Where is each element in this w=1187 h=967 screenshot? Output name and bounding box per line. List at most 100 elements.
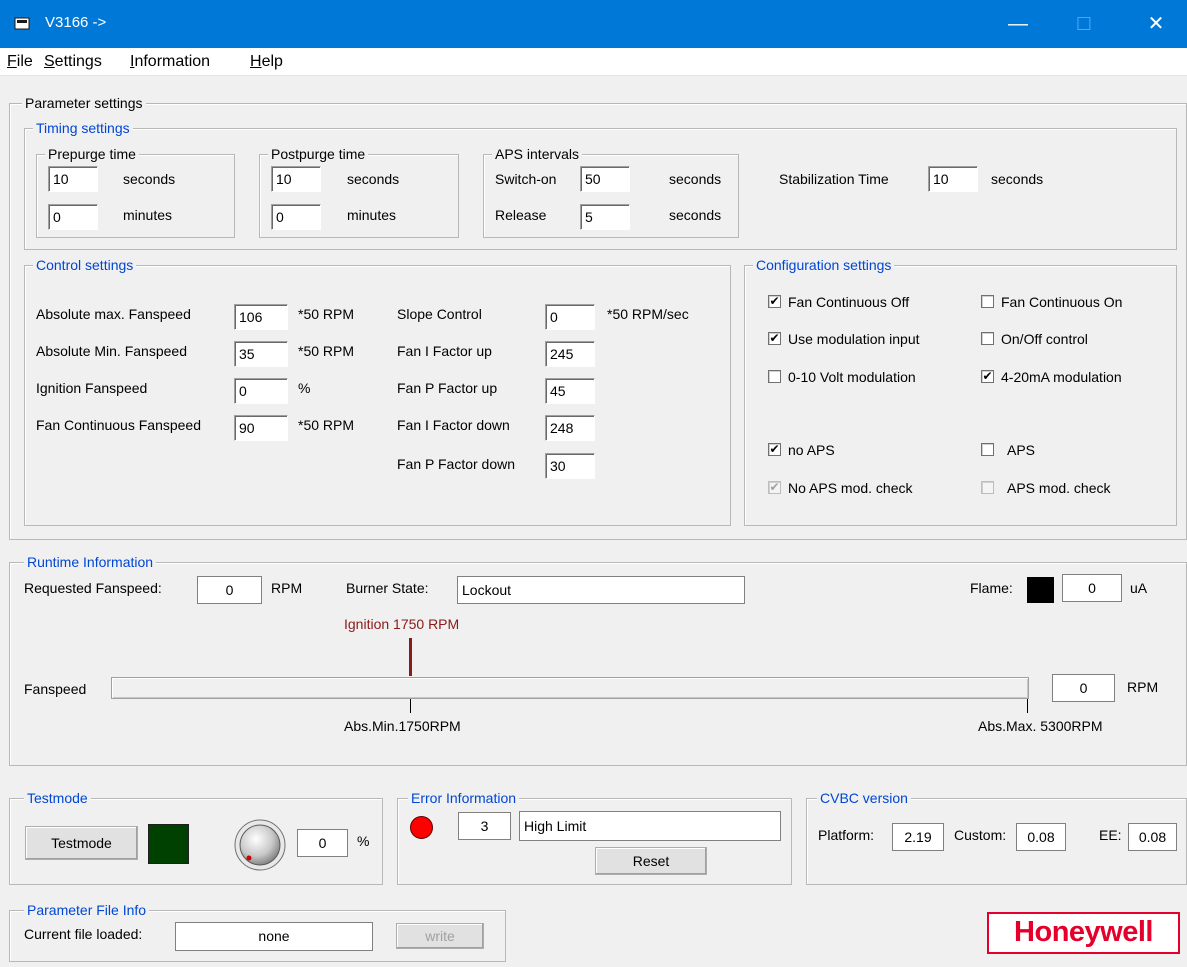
no-aps-label: no APS bbox=[788, 442, 835, 458]
abs-max-marker-label: Abs.Max. 5300RPM bbox=[978, 718, 1103, 734]
abs-max-input[interactable]: 106 bbox=[234, 304, 288, 330]
testmode-knob-icon[interactable] bbox=[233, 818, 288, 873]
checkbox-box: ✔ bbox=[981, 369, 994, 383]
aps-mod-check-label: APS mod. check bbox=[1007, 480, 1111, 496]
menu-file[interactable]: File bbox=[7, 53, 33, 71]
abs-min-marker-label: Abs.Min.1750RPM bbox=[344, 718, 461, 734]
abs-min-label: Absolute Min. Fanspeed bbox=[36, 343, 187, 359]
fan-i-factor-down-label: Fan I Factor down bbox=[397, 417, 510, 433]
fan-p-factor-up-input[interactable]: 45 bbox=[545, 378, 595, 404]
slope-control-unit: *50 RPM/sec bbox=[607, 306, 689, 322]
fan-continuous-fanspeed-unit: *50 RPM bbox=[298, 417, 355, 433]
postpurge-minutes-input[interactable]: 0 bbox=[271, 204, 321, 230]
flame-value: 0 bbox=[1062, 574, 1122, 602]
window-title: V3166 -> bbox=[45, 14, 107, 31]
platform-label: Platform: bbox=[818, 827, 875, 843]
requested-fanspeed-label: Requested Fanspeed: bbox=[24, 580, 162, 596]
checkbox-box bbox=[981, 443, 994, 456]
fan-continuous-off-label: Fan Continuous Off bbox=[788, 294, 910, 310]
platform-value: 2.19 bbox=[892, 823, 944, 851]
abs-min-unit: *50 RPM bbox=[298, 343, 355, 359]
fan-i-factor-up-label: Fan I Factor up bbox=[397, 343, 492, 359]
checkbox-box bbox=[981, 332, 994, 345]
fan-p-factor-down-label: Fan P Factor down bbox=[397, 456, 516, 472]
abs-max-label: Absolute max. Fanspeed bbox=[36, 306, 191, 322]
stabilization-input[interactable]: 10 bbox=[928, 166, 978, 192]
ignition-fanspeed-unit: % bbox=[298, 380, 311, 396]
checkbox-box bbox=[981, 481, 994, 494]
fan-p-factor-up-label: Fan P Factor up bbox=[397, 380, 498, 396]
current-file-value: none bbox=[175, 922, 373, 951]
control-settings-title: Control settings bbox=[33, 256, 137, 274]
checkbox-box bbox=[981, 295, 994, 308]
cvbc-version-title: CVBC version bbox=[817, 789, 911, 807]
prepurge-minutes-unit: minutes bbox=[123, 207, 173, 223]
onoff-control-label: On/Off control bbox=[1001, 331, 1088, 347]
parameter-file-info-title: Parameter File Info bbox=[24, 901, 150, 919]
burner-state-label: Burner State: bbox=[346, 580, 429, 596]
stabilization-unit: seconds bbox=[991, 171, 1044, 187]
fan-i-factor-down-input[interactable]: 248 bbox=[545, 415, 595, 441]
prepurge-seconds-input[interactable]: 10 bbox=[48, 166, 98, 192]
abs-min-tick bbox=[410, 699, 411, 713]
ee-label: EE: bbox=[1099, 827, 1122, 843]
checkbox-box: ✔ bbox=[768, 480, 781, 494]
minimize-button[interactable]: — bbox=[995, 0, 1041, 48]
honeywell-logo: Honeywell bbox=[987, 912, 1180, 954]
stabilization-label: Stabilization Time bbox=[779, 171, 889, 187]
requested-fanspeed-value: 0 bbox=[197, 576, 262, 604]
error-code-value: 3 bbox=[458, 812, 511, 840]
flame-label: Flame: bbox=[970, 580, 1013, 596]
menu-bar: File Settings Information Help bbox=[0, 48, 1187, 76]
menu-information[interactable]: Information bbox=[130, 53, 210, 71]
slope-control-input[interactable]: 0 bbox=[545, 304, 595, 330]
checkbox-box bbox=[768, 370, 781, 383]
fanspeed-unit: RPM bbox=[1127, 679, 1159, 695]
configuration-settings-title: Configuration settings bbox=[753, 256, 895, 274]
testmode-title: Testmode bbox=[24, 789, 91, 807]
aps-label: APS bbox=[1007, 442, 1036, 458]
abs-max-unit: *50 RPM bbox=[298, 306, 355, 322]
write-button[interactable]: write bbox=[396, 923, 484, 949]
release-unit: seconds bbox=[669, 207, 722, 223]
requested-fanspeed-unit: RPM bbox=[271, 580, 303, 596]
fan-continuous-on-label: Fan Continuous On bbox=[1001, 294, 1123, 310]
prepurge-minutes-input[interactable]: 0 bbox=[48, 204, 98, 230]
switch-on-label: Switch-on bbox=[495, 171, 557, 187]
switch-on-input[interactable]: 50 bbox=[580, 166, 630, 192]
fan-continuous-fanspeed-input[interactable]: 90 bbox=[234, 415, 288, 441]
burner-state-value: Lockout bbox=[457, 576, 745, 604]
abs-max-tick bbox=[1027, 699, 1028, 713]
error-led-icon bbox=[410, 816, 433, 839]
maximize-button[interactable]: ☐ bbox=[1061, 0, 1107, 48]
postpurge-seconds-input[interactable]: 10 bbox=[271, 166, 321, 192]
fan-p-factor-down-input[interactable]: 30 bbox=[545, 453, 595, 479]
testmode-unit: % bbox=[357, 833, 370, 849]
ignition-fanspeed-input[interactable]: 0 bbox=[234, 378, 288, 404]
fanspeed-value: 0 bbox=[1052, 674, 1115, 702]
aps-intervals-title: APS intervals bbox=[492, 145, 583, 163]
ee-value: 0.08 bbox=[1128, 823, 1177, 851]
ignition-marker-label: Ignition 1750 RPM bbox=[344, 616, 460, 632]
testmode-button[interactable]: Testmode bbox=[25, 826, 138, 860]
fanspeed-bar bbox=[111, 677, 1029, 699]
postpurge-title: Postpurge time bbox=[268, 145, 369, 163]
testmode-value: 0 bbox=[297, 829, 348, 857]
title-bar: V3166 -> — ☐ ✕ bbox=[0, 0, 1187, 48]
timing-settings-title: Timing settings bbox=[33, 119, 133, 137]
abs-min-input[interactable]: 35 bbox=[234, 341, 288, 367]
release-label: Release bbox=[495, 207, 547, 223]
release-input[interactable]: 5 bbox=[580, 204, 630, 230]
checkbox-box: ✔ bbox=[768, 294, 781, 308]
error-information-title: Error Information bbox=[408, 789, 520, 807]
ignition-fanspeed-label: Ignition Fanspeed bbox=[36, 380, 148, 396]
postpurge-minutes-unit: minutes bbox=[347, 207, 397, 223]
runtime-information-title: Runtime Information bbox=[24, 553, 157, 571]
custom-label: Custom: bbox=[954, 827, 1007, 843]
fan-i-factor-up-input[interactable]: 245 bbox=[545, 341, 595, 367]
reset-button[interactable]: Reset bbox=[595, 847, 707, 875]
checkbox-box: ✔ bbox=[768, 442, 781, 456]
close-button[interactable]: ✕ bbox=[1133, 0, 1179, 48]
menu-settings[interactable]: Settings bbox=[44, 53, 102, 71]
menu-help[interactable]: Help bbox=[250, 53, 283, 71]
